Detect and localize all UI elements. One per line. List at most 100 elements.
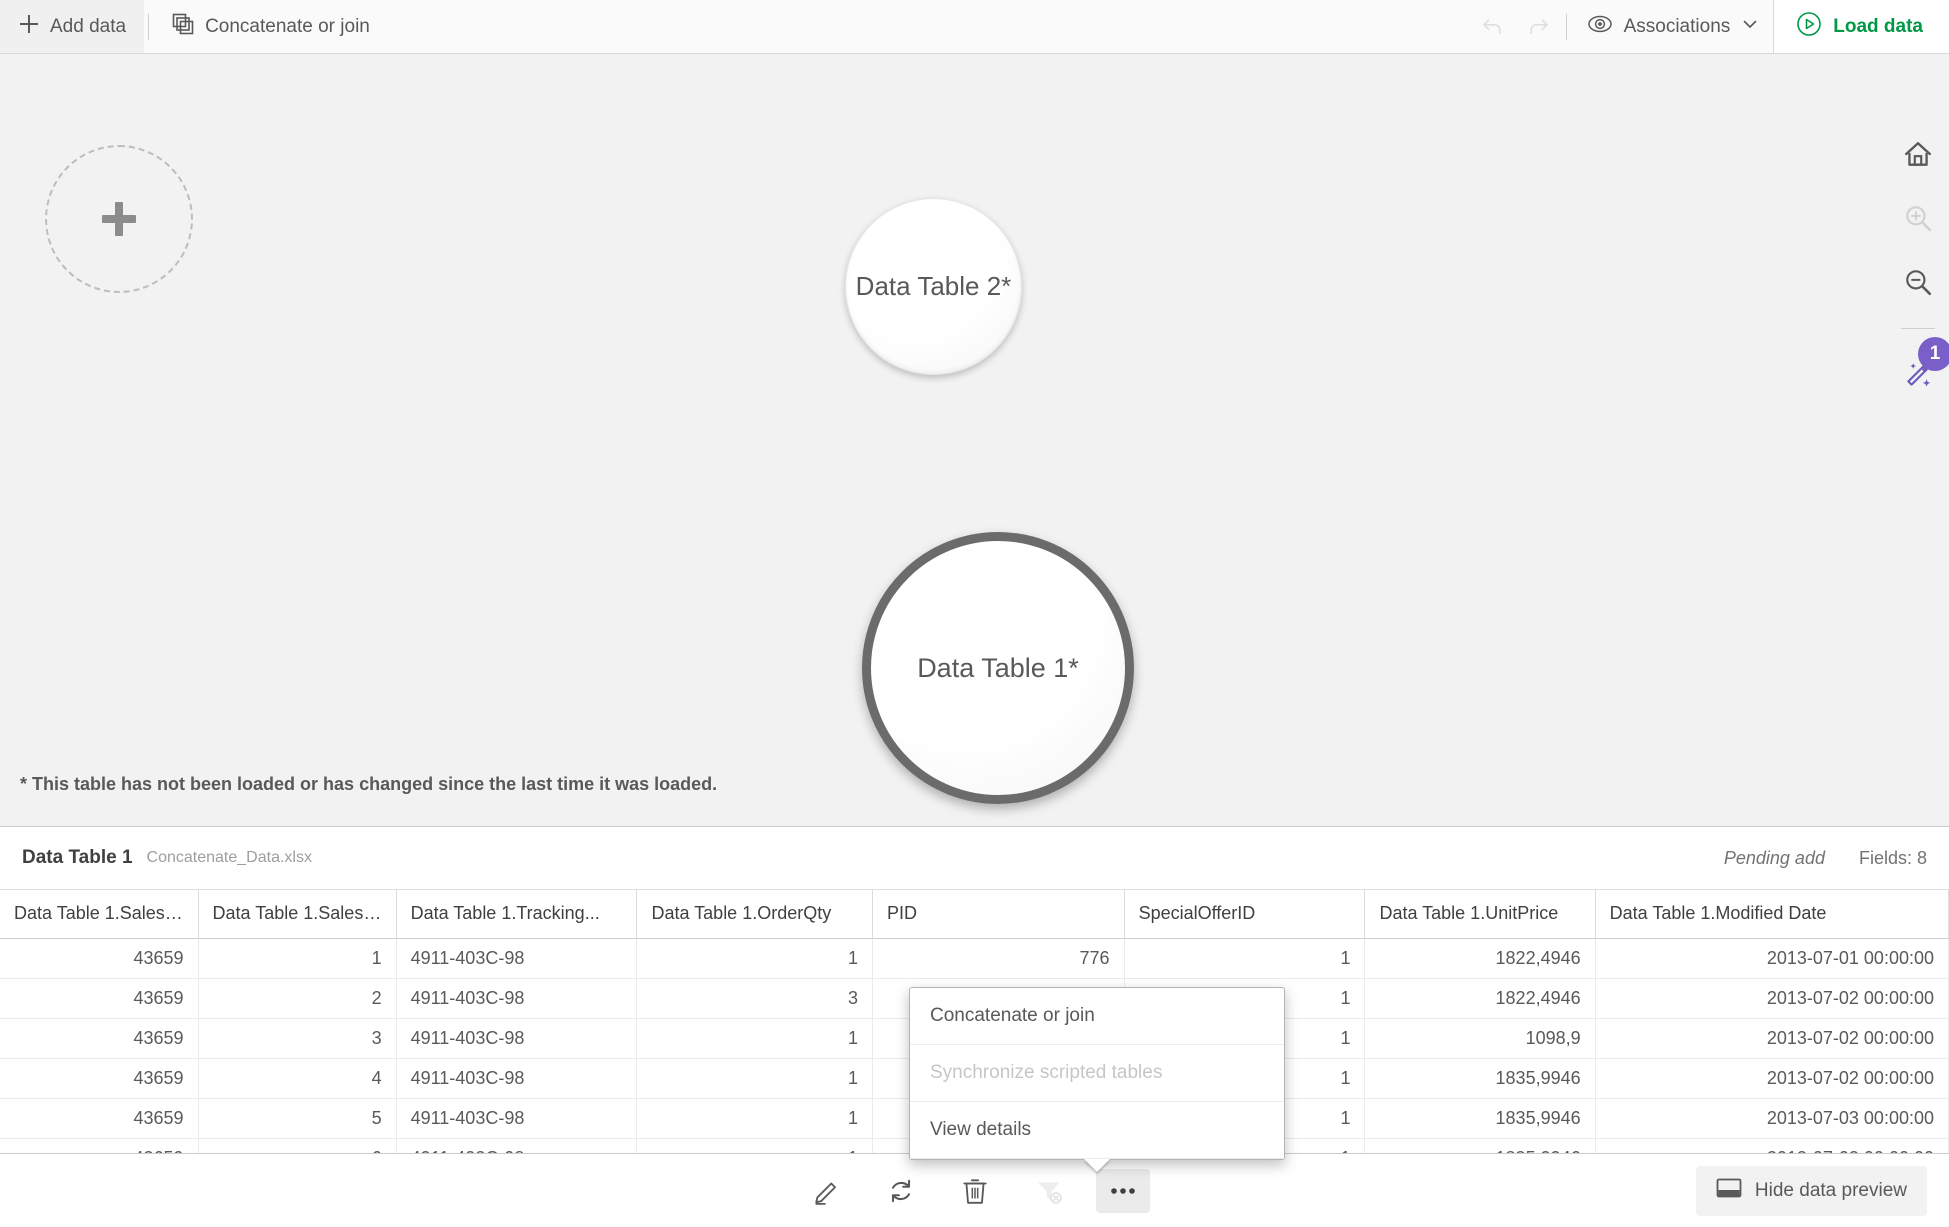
associations-badge: 1: [1918, 337, 1949, 371]
associations-label: Associations: [1623, 15, 1731, 37]
menu-item-label: Synchronize scripted tables: [930, 1062, 1163, 1083]
concatenate-icon: [171, 12, 195, 42]
table-cell: 4: [198, 1058, 397, 1099]
table-column-header[interactable]: Data Table 1.UnitPrice: [1364, 890, 1596, 939]
table-cell: 2013-07-01 00:00:00: [1595, 938, 1949, 979]
table-context-menu: Concatenate or join Synchronize scripted…: [909, 987, 1285, 1172]
table-cell: 1835,9946: [1364, 1058, 1596, 1099]
eye-icon: [1587, 11, 1613, 43]
table-column-header[interactable]: Data Table 1.Modified Date: [1595, 890, 1949, 939]
undo-button[interactable]: [1470, 0, 1516, 53]
table-cell: 2013-07-02 00:00:00: [1595, 1058, 1949, 1099]
edit-table-button[interactable]: [800, 1169, 854, 1213]
table-cell: 1098,9: [1364, 1018, 1596, 1059]
table-cell: 2013-07-02 00:00:00: [1595, 978, 1949, 1019]
data-preview-panel: Data Table 1 Concatenate_Data.xlsx Pendi…: [0, 826, 1949, 1227]
table-cell: 43659: [0, 978, 199, 1019]
table-cell: 2013-07-03 00:00:00: [1595, 1098, 1949, 1139]
table-cell: 1: [636, 938, 873, 979]
table-cell: 4911-403C-98: [396, 1018, 638, 1059]
toolbar-right-group: Associations Load data: [1470, 0, 1949, 53]
table-cell: 1: [1124, 938, 1366, 979]
add-data-label: Add data: [50, 15, 127, 37]
table-cell: 4911-403C-98: [396, 938, 638, 979]
table-row[interactable]: 43659 1 4911-403C-98 1 776 1 1822,4946 2013-07-…: [0, 938, 1949, 979]
clear-filters-button[interactable]: [1022, 1169, 1076, 1213]
tables-canvas: Data Table 2* Data Table 1* * This table…: [0, 54, 1949, 826]
rail-divider: [1901, 328, 1935, 329]
preview-table-head: Data Table 1.SalesOr... Data Table 1.Sale…: [0, 890, 1949, 939]
table-cell: 2013-07-02 00:00:00: [1595, 1018, 1949, 1059]
table-bubble-label: Data Table 2*: [855, 271, 1012, 301]
table-bubble-data-table-2[interactable]: Data Table 2*: [845, 198, 1022, 375]
data-manager-screen: Add data Concatenate or join Association…: [0, 0, 1949, 1227]
table-cell: 1: [636, 1098, 873, 1139]
table-column-header[interactable]: Data Table 1.OrderQty: [636, 890, 873, 939]
table-column-header[interactable]: PID: [872, 890, 1125, 939]
table-action-bar: Hide data preview: [0, 1153, 1949, 1227]
table-cell: 1835,9946: [1364, 1098, 1596, 1139]
menu-item-synchronize-scripted-tables: Synchronize scripted tables: [910, 1045, 1284, 1102]
table-cell: 1822,4946: [1364, 938, 1596, 979]
menu-item-concatenate-or-join[interactable]: Concatenate or join: [910, 988, 1284, 1045]
menu-item-view-details[interactable]: View details: [910, 1102, 1284, 1159]
table-cell: 1: [636, 1058, 873, 1099]
concatenate-or-join-button[interactable]: Concatenate or join: [153, 0, 388, 53]
table-cell: 1: [636, 1018, 873, 1059]
preview-field-count: Fields: 8: [1858, 847, 1927, 868]
table-cell: 5: [198, 1098, 397, 1139]
load-data-button[interactable]: Load data: [1773, 0, 1949, 53]
table-bubble-label: Data Table 1*: [917, 652, 1079, 683]
delete-table-button[interactable]: [948, 1169, 1002, 1213]
table-column-header[interactable]: Data Table 1.SalesOr...: [198, 890, 397, 939]
table-cell: 43659: [0, 938, 199, 979]
redo-button[interactable]: [1516, 0, 1562, 53]
chevron-down-icon: [1741, 15, 1759, 39]
panel-icon: [1716, 1177, 1742, 1205]
concatenate-or-join-label: Concatenate or join: [205, 15, 370, 37]
plus-icon: [102, 202, 136, 236]
zoom-in-button[interactable]: [1894, 194, 1942, 242]
table-cell: 43659: [0, 1058, 199, 1099]
toolbar-left-group: Add data Concatenate or join: [0, 0, 388, 53]
add-table-placeholder[interactable]: [45, 145, 193, 293]
table-column-header[interactable]: SpecialOfferID: [1124, 890, 1366, 939]
preview-table-name: Data Table 1: [22, 847, 133, 868]
table-column-header[interactable]: Data Table 1.Tracking...: [396, 890, 638, 939]
hide-data-preview-label: Hide data preview: [1754, 1179, 1907, 1201]
table-cell: 43659: [0, 1018, 199, 1059]
canvas-right-rail: 1: [1887, 108, 1949, 826]
table-cell: 3: [636, 978, 873, 1019]
recommended-associations-button[interactable]: 1: [1894, 337, 1949, 399]
load-data-label: Load data: [1833, 15, 1923, 37]
preview-status: Pending add: [1723, 847, 1825, 868]
table-cell: 1822,4946: [1364, 978, 1596, 1019]
preview-file-name: Concatenate_Data.xlsx: [146, 849, 312, 866]
table-cell: 776: [872, 938, 1125, 979]
table-cell: 43659: [0, 1098, 199, 1139]
top-toolbar: Add data Concatenate or join Association…: [0, 0, 1949, 54]
zoom-out-button[interactable]: [1894, 258, 1942, 306]
table-cell: 4911-403C-98: [396, 1058, 638, 1099]
table-cell: 4911-403C-98: [396, 978, 638, 1019]
table-cell: 1: [198, 938, 397, 979]
table-cell: 4911-403C-98: [396, 1098, 638, 1139]
add-data-button[interactable]: Add data: [0, 0, 145, 53]
preview-header-right: Pending add Fields: 8: [1724, 848, 1927, 869]
toolbar-divider: [148, 13, 150, 40]
table-header-row: Data Table 1.SalesOr... Data Table 1.Sale…: [0, 890, 1949, 939]
menu-item-label: View details: [930, 1119, 1032, 1140]
table-column-header[interactable]: Data Table 1.SalesOr...: [0, 890, 199, 939]
refresh-data-button[interactable]: [874, 1169, 928, 1213]
more-options-button[interactable]: [1095, 1168, 1150, 1213]
menu-item-label: Concatenate or join: [930, 1005, 1095, 1026]
table-bubble-data-table-1[interactable]: Data Table 1*: [862, 532, 1134, 804]
associations-button[interactable]: Associations: [1571, 0, 1774, 53]
plus-icon: [18, 13, 40, 41]
canvas-footnote: * This table has not been loaded or has …: [20, 774, 718, 794]
table-cell: 3: [198, 1018, 397, 1059]
table-cell: 2: [198, 978, 397, 1019]
hide-data-preview-button[interactable]: Hide data preview: [1695, 1165, 1927, 1216]
home-button[interactable]: [1894, 130, 1942, 178]
toolbar-divider-2: [1565, 13, 1567, 40]
